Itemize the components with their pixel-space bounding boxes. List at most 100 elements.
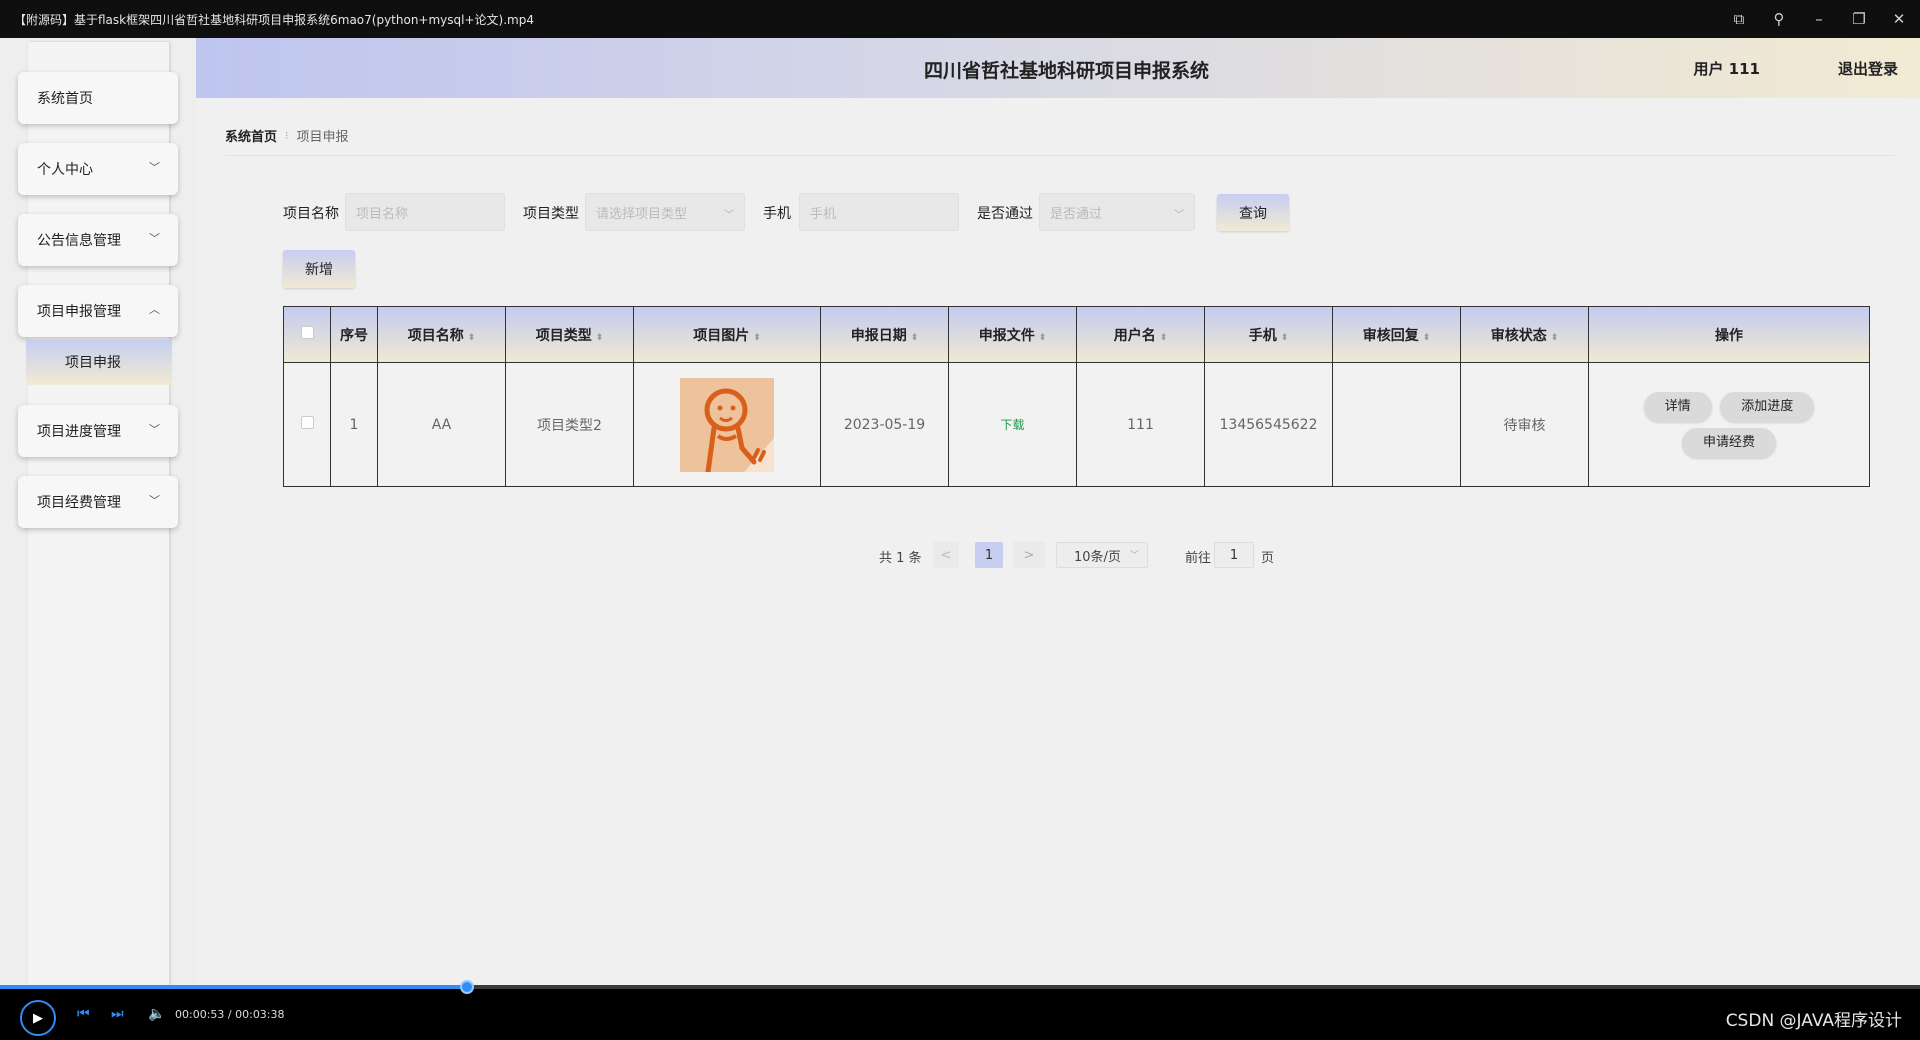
breadcrumb-home[interactable]: 系统首页: [225, 126, 277, 145]
sort-icon: ⬍: [753, 332, 761, 343]
column-header[interactable]: 申报日期 ⬍: [820, 306, 949, 363]
row-phone: 13456545622: [1204, 362, 1333, 487]
row-project-image-cell: [633, 362, 821, 487]
total-time: 00:03:38: [235, 1008, 285, 1021]
video-progress-handle[interactable]: [459, 980, 474, 994]
sidebar-item-home[interactable]: 系统首页: [18, 72, 178, 124]
row-review-reply: [1332, 362, 1461, 487]
next-page-button[interactable]: >: [1013, 542, 1045, 568]
passed-select[interactable]: 是否通过 ﹀: [1039, 193, 1195, 231]
sidebar-item-project-application-management[interactable]: 项目申报管理 ︿: [18, 285, 178, 337]
watermark: CSDN @JAVA程序设计: [1725, 1011, 1902, 1031]
project-image[interactable]: [680, 377, 774, 474]
page-1-button[interactable]: 1: [975, 542, 1003, 568]
row-file-cell: 下载: [948, 362, 1077, 487]
row-checkbox[interactable]: [300, 416, 314, 429]
sidebar-item-notice-management[interactable]: 公告信息管理 ﹀: [18, 214, 178, 266]
window-controls: ⧉ ⚲ – ❐ ✕: [1728, 0, 1910, 38]
picture-in-picture-icon[interactable]: ⧉: [1728, 10, 1750, 28]
player-title-bar: 【附源码】基于flask框架四川省哲社基地科研项目申报系统6mao7(pytho…: [0, 0, 1920, 38]
table-row: 1 AA 项目类型2 2023-05-19 下载 111 13456545622…: [283, 362, 1870, 487]
row-actions-cell: 详情 添加进度 申请经费: [1588, 362, 1870, 487]
sort-icon: ⬍: [1159, 332, 1168, 343]
add-button[interactable]: 新增: [283, 250, 355, 288]
project-type-placeholder: 请选择项目类型: [596, 206, 688, 222]
project-table: 序号 项目名称 ⬍ 项目类型 ⬍ 项目图片 ⬍ 申报日期 ⬍ 申报文件 ⬍ 用户名 ⬍ 手机…: [283, 306, 1870, 487]
column-header[interactable]: 审核回复 ⬍: [1332, 306, 1461, 363]
sidebar-item-label: 个人中心: [37, 162, 93, 178]
maximize-icon[interactable]: ❐: [1848, 10, 1870, 28]
chevron-down-icon: ﹀: [724, 210, 734, 221]
sidebar-item-label: 公告信息管理: [37, 233, 121, 249]
play-icon[interactable]: ▶: [20, 1000, 56, 1036]
column-header[interactable]: 项目图片 ⬍: [633, 306, 821, 363]
column-header[interactable]: 项目类型 ⬍: [505, 306, 634, 363]
row-username: 111: [1076, 362, 1205, 487]
video-progress-fill: [0, 985, 467, 989]
sidebar-subitem-label: 项目申报: [65, 355, 121, 371]
query-button[interactable]: 查询: [1217, 194, 1289, 231]
row-apply-date: 2023-05-19: [820, 362, 949, 487]
goto-label: 前往: [1185, 551, 1212, 566]
sidebar-item-label: 项目申报管理: [37, 304, 121, 320]
sort-icon: ⬍: [1422, 332, 1431, 343]
app-viewport: 系统首页 个人中心 ﹀ 公告信息管理 ﹀ 项目申报管理 ︿ 项目申报 项目进度管…: [0, 38, 1920, 988]
add-progress-button[interactable]: 添加进度: [1720, 391, 1815, 422]
sidebar-item-project-funding-management[interactable]: 项目经费管理 ﹀: [18, 476, 178, 528]
chevron-down-icon: ﹀: [1129, 551, 1139, 561]
top-header: 四川省哲社基地科研项目申报系统 用户 111 退出登录: [196, 38, 1920, 98]
row-select-cell: [283, 362, 331, 487]
row-review-status: 待审核: [1460, 362, 1589, 487]
apply-funding-button[interactable]: 申请经费: [1681, 427, 1776, 458]
detail-button[interactable]: 详情: [1643, 391, 1712, 422]
volume-icon[interactable]: 🔈: [148, 1006, 165, 1022]
next-icon[interactable]: ⏭: [111, 1006, 124, 1022]
sidebar-item-project-progress-management[interactable]: 项目进度管理 ﹀: [18, 405, 178, 457]
column-header[interactable]: 申报文件 ⬍: [948, 306, 1077, 363]
prev-page-button[interactable]: <: [933, 542, 959, 568]
chevron-down-icon: ﹀: [149, 423, 160, 436]
sidebar-item-personal-center[interactable]: 个人中心 ﹀: [18, 143, 178, 195]
close-icon[interactable]: ✕: [1888, 10, 1910, 28]
sidebar-subitem-project-application[interactable]: 项目申报: [26, 339, 172, 385]
project-type-select[interactable]: 请选择项目类型 ﹀: [585, 193, 745, 231]
page-unit-label: 页: [1261, 551, 1275, 566]
column-header: 序号: [330, 306, 378, 363]
column-header[interactable]: 审核状态 ⬍: [1460, 306, 1589, 363]
row-project-name: AA: [377, 362, 506, 487]
current-time: 00:00:53: [175, 1008, 225, 1021]
minimize-icon[interactable]: –: [1808, 10, 1830, 28]
pagination-total: 共 1 条: [879, 551, 922, 566]
page-size-select[interactable]: 10条/页 ﹀: [1056, 542, 1148, 568]
chevron-down-icon: ﹀: [1174, 210, 1184, 221]
divider: [225, 155, 1895, 156]
download-link[interactable]: 下载: [1000, 418, 1024, 432]
breadcrumb: 系统首页 ⁝ 项目申报: [225, 126, 349, 145]
breadcrumb-current: 项目申报: [296, 130, 349, 145]
player-controls: [0, 1000, 1920, 1040]
previous-icon[interactable]: ⏮: [77, 1006, 90, 1022]
sort-icon: ⬍: [467, 332, 476, 343]
sidebar: 系统首页 个人中心 ﹀ 公告信息管理 ﹀ 项目申报管理 ︿ 项目申报 项目进度管…: [0, 38, 196, 988]
time-readout: 00:00:53 / 00:03:38: [175, 1008, 285, 1021]
chevron-down-icon: ﹀: [149, 161, 160, 174]
sort-icon: ⬍: [910, 332, 919, 343]
sort-icon: ⬍: [1280, 332, 1289, 343]
phone-label: 手机: [763, 206, 791, 222]
page-size-value: 10条/页: [1074, 549, 1121, 565]
pin-icon[interactable]: ⚲: [1768, 10, 1790, 28]
project-name-input[interactable]: 项目名称: [345, 193, 505, 231]
column-header[interactable]: 手机 ⬍: [1204, 306, 1333, 363]
column-header[interactable]: 用户名 ⬍: [1076, 306, 1205, 363]
sort-icon: ⬍: [1038, 332, 1047, 343]
column-header[interactable]: 项目名称 ⬍: [377, 306, 506, 363]
logout-link[interactable]: 退出登录: [1838, 58, 1898, 79]
phone-input[interactable]: 手机: [799, 193, 959, 231]
row-project-type: 项目类型2: [505, 362, 634, 487]
select-all-checkbox[interactable]: [300, 326, 314, 339]
sort-icon: ⬍: [595, 332, 604, 343]
sidebar-item-label: 系统首页: [37, 91, 93, 107]
video-title: 【附源码】基于flask框架四川省哲社基地科研项目申报系统6mao7(pytho…: [14, 12, 534, 27]
chevron-down-icon: ﹀: [149, 494, 160, 507]
goto-page-input[interactable]: 1: [1214, 542, 1254, 568]
